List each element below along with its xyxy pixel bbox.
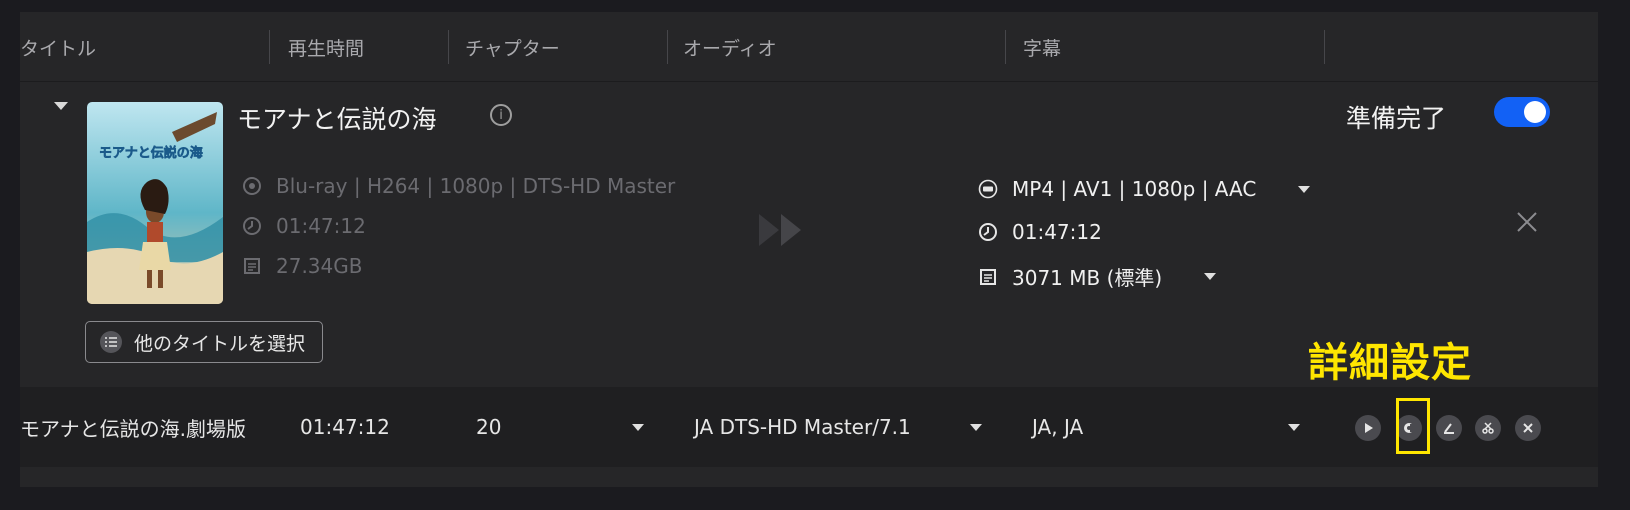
subtitles-dropdown-icon[interactable] [1288,424,1300,431]
ready-toggle[interactable] [1494,97,1550,127]
convert-arrow-icon [755,208,815,256]
source-format-row: Blu-ray | H264 | 1080p | DTS-HD Master [242,174,675,198]
title-row[interactable]: モアナと伝説の海.劇場版 01:47:12 20 JA DTS-HD Maste… [20,387,1598,467]
remove-movie-icon[interactable] [1515,210,1539,238]
source-size: 27.34GB [276,254,363,278]
close-icon[interactable] [1515,415,1541,441]
header-audio: オーディオ [683,37,777,60]
status-label: 準備完了 [1346,104,1447,133]
header-duration: 再生時間 [288,37,365,60]
row-title: モアナと伝説の海.劇場版 [20,416,246,441]
conversion-panel: タイトル 再生時間 チャプター オーディオ 字幕 モアナと伝説の海 モアナと伝説… [20,12,1598,487]
clock-icon [978,222,998,242]
edit-icon[interactable] [1436,415,1462,441]
audio-dropdown-icon[interactable] [970,424,982,431]
file-icon [978,267,998,287]
output-duration-row: 01:47:12 [978,220,1102,244]
file-icon [242,256,262,276]
output-size: 3071 MB (標準) [1012,266,1163,290]
play-icon[interactable] [1355,415,1381,441]
disc-icon [242,176,262,196]
cut-icon[interactable] [1475,415,1501,441]
output-duration: 01:47:12 [1012,220,1102,244]
select-other-titles-label: 他のタイトルを選択 [134,332,306,355]
output-size-row[interactable]: 3071 MB (標準) [978,262,1217,291]
movie-title: モアナと伝説の海 [237,105,437,134]
header-chapters: チャプター [465,37,560,60]
row-audio[interactable]: JA DTS-HD Master/7.1 [694,387,911,467]
row-duration: 01:47:12 [300,415,390,439]
output-size-dropdown-icon[interactable] [1204,273,1217,280]
output-format-row[interactable]: MP4 | AV1 | 1080p | AAC [978,177,1311,201]
poster-title-text: モアナと伝説の海 [99,145,203,161]
annotation-label: 詳細設定 [1308,340,1472,386]
source-duration-row: 01:47:12 [242,214,366,238]
output-format-dropdown-icon[interactable] [1298,185,1311,193]
header-subtitles: 字幕 [1023,37,1062,60]
list-icon [100,331,122,353]
settings-highlight-box [1396,398,1430,454]
output-format: MP4 | AV1 | 1080p | AAC [1012,177,1257,201]
source-format: Blu-ray | H264 | 1080p | DTS-HD Master [276,174,676,198]
clock-icon [242,216,262,236]
collapse-arrow-icon[interactable] [54,102,68,110]
video-format-icon [978,179,998,199]
select-other-titles-button[interactable]: 他のタイトルを選択 [85,321,323,363]
source-duration: 01:47:12 [276,214,366,238]
chapters-dropdown-icon[interactable] [632,424,644,431]
column-header: タイトル 再生時間 チャプター オーディオ 字幕 [20,12,1598,82]
movie-poster: モアナと伝説の海 [87,102,223,304]
row-subtitles[interactable]: JA, JA [1032,387,1083,467]
source-size-row: 27.34GB [242,254,362,278]
header-title: タイトル [20,37,97,60]
info-icon[interactable]: i [490,104,512,126]
row-chapters: 20 [476,415,502,439]
